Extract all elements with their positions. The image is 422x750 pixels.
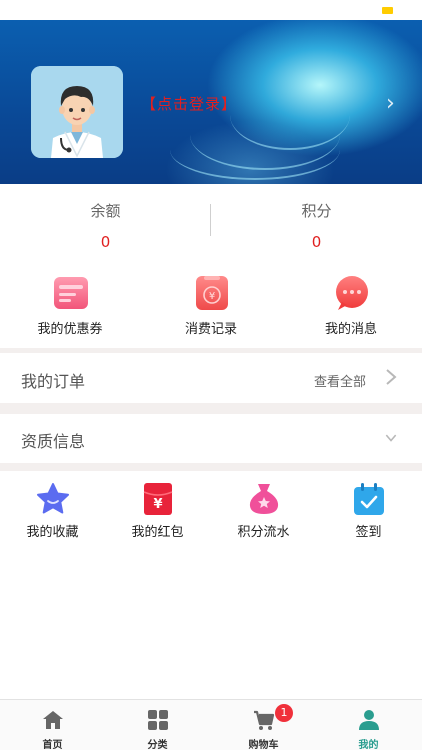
tab-mine-label: 我的 bbox=[358, 740, 379, 750]
doctor-avatar-icon bbox=[31, 66, 123, 158]
banner-decoration bbox=[170, 120, 340, 180]
chevron-right-icon bbox=[386, 369, 397, 385]
tab-cart-label: 购物车 bbox=[248, 740, 279, 750]
login-link[interactable]: 【点击登录】 bbox=[141, 93, 237, 114]
my-messages-label: 我的消息 bbox=[324, 322, 377, 337]
tab-cart[interactable]: 1 购物车 bbox=[211, 700, 316, 750]
section-divider bbox=[0, 463, 422, 471]
grid-icon bbox=[148, 710, 168, 730]
status-bar bbox=[0, 0, 422, 20]
svg-text:¥: ¥ bbox=[209, 291, 215, 302]
receipt-yuan-icon: ¥ bbox=[196, 276, 228, 310]
balance-value: 0 bbox=[100, 233, 111, 251]
red-envelope-icon: ¥ bbox=[143, 483, 173, 515]
section-divider bbox=[0, 348, 422, 353]
my-orders-row[interactable]: 我的订单 查看全部 bbox=[0, 354, 422, 402]
points-label: 积分 bbox=[301, 202, 332, 220]
bottom-tab-bar: 首页 分类 1 购物车 我的 bbox=[0, 699, 422, 750]
tab-home-label: 首页 bbox=[42, 740, 63, 750]
cart-icon bbox=[254, 710, 275, 730]
qualification-title: 资质信息 bbox=[21, 432, 86, 451]
my-coupons-label: 我的优惠券 bbox=[37, 322, 103, 337]
cart-badge: 1 bbox=[275, 704, 293, 722]
account-stats: 余额 0 积分 0 bbox=[0, 184, 422, 264]
balance-label: 余额 bbox=[90, 202, 121, 220]
chevron-right-icon[interactable]: › bbox=[386, 91, 395, 116]
qualification-row[interactable]: 资质信息 bbox=[0, 414, 422, 462]
profile-banner: 【点击登录】 › bbox=[0, 20, 422, 184]
calendar-check-icon bbox=[354, 483, 384, 515]
section-divider bbox=[0, 403, 422, 414]
view-all-link[interactable]: 查看全部 bbox=[314, 371, 366, 390]
red-envelope-label: 我的红包 bbox=[131, 525, 184, 540]
star-icon bbox=[37, 483, 69, 514]
points-value: 0 bbox=[311, 233, 322, 251]
coupon-icon bbox=[54, 277, 88, 309]
favorites-label: 我的收藏 bbox=[26, 525, 79, 540]
home-icon bbox=[43, 711, 63, 729]
money-bag-icon bbox=[249, 484, 279, 514]
tab-home[interactable]: 首页 bbox=[0, 700, 105, 750]
tab-category-label: 分类 bbox=[147, 740, 168, 750]
check-in-label: 签到 bbox=[355, 525, 382, 540]
my-orders-title: 我的订单 bbox=[21, 372, 86, 391]
tab-category[interactable]: 分类 bbox=[105, 700, 210, 750]
shortcut-row: 我的优惠券 ¥ 消费记录 我的消息 bbox=[0, 268, 422, 348]
tab-mine[interactable]: 我的 bbox=[316, 700, 421, 750]
avatar[interactable] bbox=[31, 66, 123, 158]
points-flow-label: 积分流水 bbox=[237, 525, 290, 540]
svg-text:¥: ¥ bbox=[153, 497, 162, 512]
feature-grid: 我的收藏 ¥ 我的红包 积分流水 签到 bbox=[0, 478, 422, 548]
message-bubble-icon bbox=[336, 276, 368, 310]
chevron-down-icon bbox=[385, 434, 397, 442]
consumption-records-label: 消费记录 bbox=[184, 322, 237, 337]
battery-icon bbox=[382, 7, 393, 14]
person-icon bbox=[359, 710, 379, 730]
